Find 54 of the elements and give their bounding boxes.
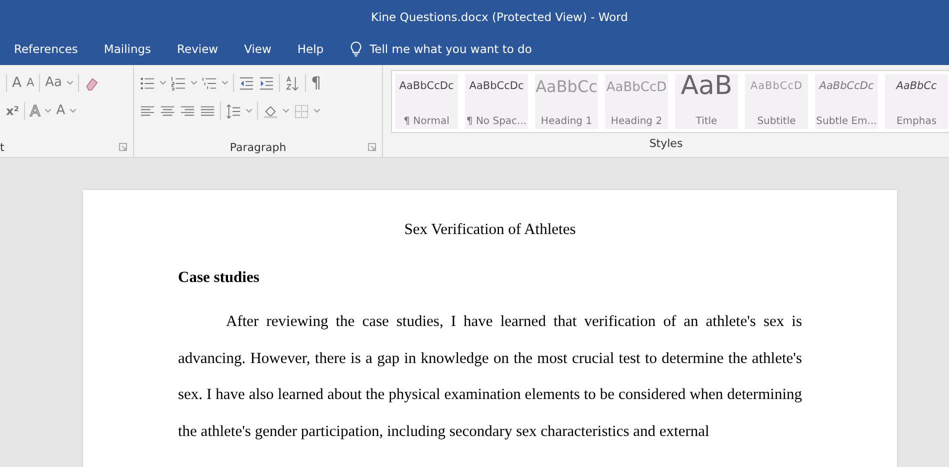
caret-icon <box>314 109 320 113</box>
dialog-launcher-icon[interactable] <box>368 143 376 151</box>
document-title: Sex Verification of Athletes <box>403 220 577 240</box>
paint-bucket-icon[interactable] <box>263 104 278 118</box>
align-center-icon[interactable] <box>160 104 175 118</box>
style-tile[interactable]: AaBbCcDc Subtle Em... <box>815 74 878 129</box>
caret-icon <box>246 109 252 113</box>
sort-icon[interactable] <box>285 76 300 90</box>
caret-icon <box>283 109 289 113</box>
align-left-icon[interactable] <box>140 104 155 118</box>
line-spacing-icon[interactable] <box>226 104 241 118</box>
ribbon-tab[interactable]: View <box>234 38 282 60</box>
ribbon-tab[interactable]: Review <box>167 38 228 60</box>
caret-icon <box>70 109 76 113</box>
ribbon-tab[interactable]: Mailings <box>94 38 162 60</box>
group-label: Styles <box>649 136 683 150</box>
align-right-icon[interactable] <box>180 104 195 118</box>
grow-font-button[interactable]: A <box>12 75 22 91</box>
justify-icon[interactable] <box>200 104 215 118</box>
caret-icon <box>222 81 228 85</box>
dialog-launcher-icon[interactable] <box>119 143 127 151</box>
style-tile[interactable]: AaBbCc Heading 1 <box>535 74 598 129</box>
ribbon-tab[interactable]: References <box>4 38 88 60</box>
increase-indent-icon[interactable] <box>259 76 274 90</box>
style-tile[interactable]: AaBbCc Emphas <box>885 74 948 129</box>
caret-icon <box>66 81 73 85</box>
style-tile[interactable]: AaBbCcDc ¶ No Spac... <box>465 74 528 129</box>
change-case-button[interactable]: Aa <box>45 75 62 91</box>
eraser-icon[interactable] <box>84 76 99 90</box>
bullets-icon[interactable] <box>140 76 155 90</box>
tell-me-search-field[interactable]: Tell me what you want to do <box>370 42 532 56</box>
multilevel-list-icon[interactable] <box>202 76 217 90</box>
caret-icon <box>191 81 197 85</box>
decrease-indent-icon[interactable] <box>239 76 254 90</box>
body-paragraph: After reviewing the case studies, I have learned that verification of an athlete's sex is advancing. However, there is a gap in knowledge on the most crucial test to determine the athlete's sex. I have also learned about the physical examination elements to be considered when determining the athlete's gender participation, including secondary sex characteristics and external <box>178 312 802 442</box>
group-label: t <box>0 140 4 154</box>
lightbulb-icon <box>350 41 362 57</box>
show-formatting-marks-button[interactable]: ¶ <box>311 75 322 91</box>
borders-icon[interactable] <box>294 104 309 118</box>
style-tile[interactable]: AaBbCcDc ¶ Normal <box>395 74 458 129</box>
shrink-font-button[interactable]: A <box>26 75 34 91</box>
style-tile[interactable]: AaBbCcD Subtitle <box>745 74 808 129</box>
section-heading: Case studies <box>178 268 260 288</box>
numbering-icon[interactable] <box>171 76 186 90</box>
group-label: Paragraph <box>230 140 286 154</box>
font-color-button[interactable]: A <box>56 103 66 119</box>
caret-icon <box>160 81 166 85</box>
style-tile[interactable]: AaBbCcD Heading 2 <box>605 74 668 129</box>
text-effects-button[interactable]: A <box>30 103 40 119</box>
superscript-button[interactable]: x² <box>6 103 19 119</box>
window-title: Kine Questions.docx (Protected View) - Word <box>371 10 628 24</box>
caret-icon <box>45 109 52 113</box>
ribbon-tab[interactable]: Help <box>287 38 334 60</box>
style-tile[interactable]: AaB Title <box>675 74 738 129</box>
